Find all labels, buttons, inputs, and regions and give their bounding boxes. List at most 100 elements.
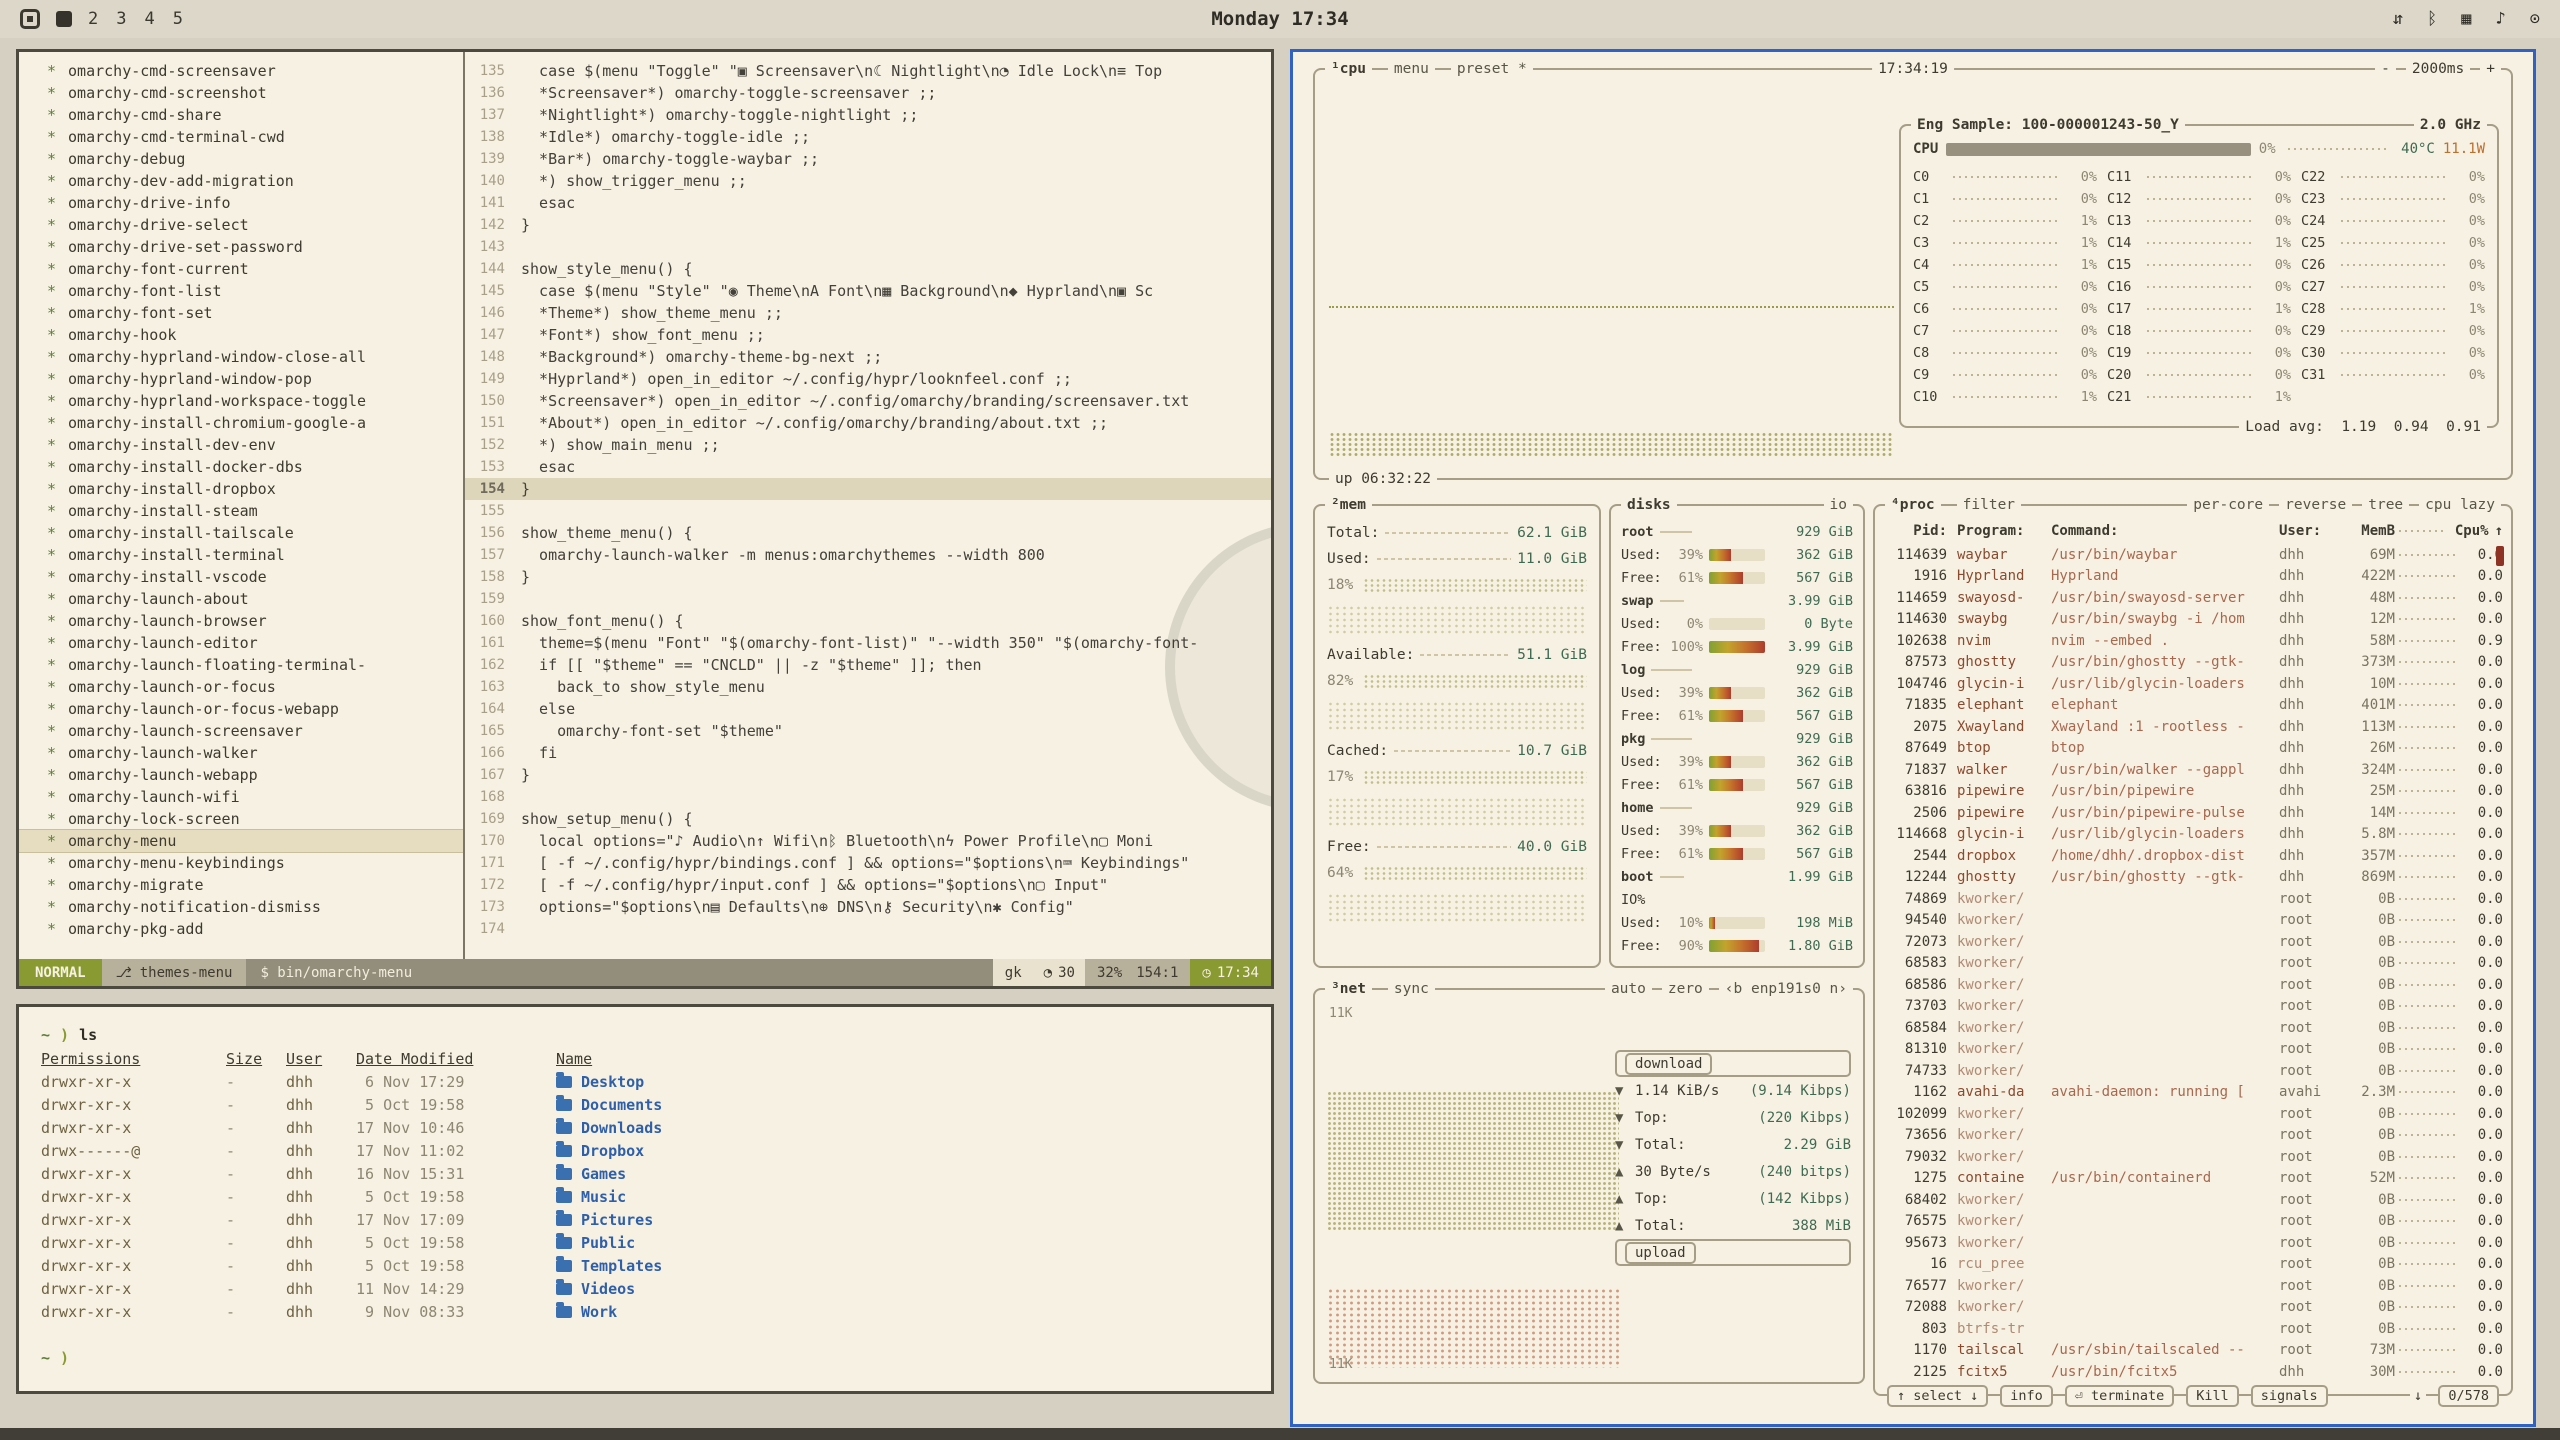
process-row[interactable]: 79032 kworker/ root 0B 0.0 bbox=[1883, 1146, 2503, 1168]
tray-icon[interactable]: ⊙ bbox=[2530, 9, 2540, 29]
file-list-item[interactable]: * omarchy-install-dev-env bbox=[19, 434, 463, 456]
file-list-item[interactable]: * omarchy-launch-editor bbox=[19, 632, 463, 654]
select-buttons[interactable]: ↑ select ↓ bbox=[1887, 1385, 1988, 1407]
process-row[interactable]: 12244 ghostty /usr/bin/ghostty --gtk- dh… bbox=[1883, 867, 2503, 889]
signals-button[interactable]: signals bbox=[2251, 1385, 2328, 1407]
file-list-item[interactable]: * omarchy-cmd-screenshot bbox=[19, 82, 463, 104]
file-list-item[interactable]: * omarchy-migrate bbox=[19, 874, 463, 896]
process-row[interactable]: 87649 btop btop dhh 26M 0.0 bbox=[1883, 738, 2503, 760]
file-list-item[interactable]: * omarchy-menu-keybindings bbox=[19, 852, 463, 874]
terminate-button[interactable]: ⏎ terminate bbox=[2065, 1385, 2174, 1407]
workspace-number[interactable]: 4 bbox=[145, 9, 155, 29]
update-increase-button[interactable]: + bbox=[2480, 58, 2501, 80]
file-list-item[interactable]: * omarchy-drive-select bbox=[19, 214, 463, 236]
sort-direction-icon[interactable]: ↑ bbox=[2495, 523, 2503, 539]
file-list-item[interactable]: * omarchy-lock-screen bbox=[19, 808, 463, 830]
process-row[interactable]: 68402 kworker/ root 0B 0.0 bbox=[1883, 1189, 2503, 1211]
file-list-item[interactable]: * omarchy-hyprland-workspace-toggle bbox=[19, 390, 463, 412]
process-row[interactable]: 72073 kworker/ root 0B 0.0 bbox=[1883, 931, 2503, 953]
file-list-item[interactable]: * omarchy-debug bbox=[19, 148, 463, 170]
file-list-item[interactable]: * omarchy-cmd-share bbox=[19, 104, 463, 126]
file-list-item[interactable]: * omarchy-hyprland-window-close-all bbox=[19, 346, 463, 368]
file-list-item[interactable]: * omarchy-install-docker-dbs bbox=[19, 456, 463, 478]
process-row[interactable]: 68584 kworker/ root 0B 0.0 bbox=[1883, 1017, 2503, 1039]
workspace-active-indicator[interactable] bbox=[56, 11, 72, 27]
file-list-item[interactable]: * omarchy-cmd-screensaver bbox=[19, 60, 463, 82]
file-list-item[interactable]: * omarchy-launch-floating-terminal- bbox=[19, 654, 463, 676]
process-row[interactable]: 94540 kworker/ root 0B 0.0 bbox=[1883, 910, 2503, 932]
process-row[interactable]: 2506 pipewire /usr/bin/pipewire-pulse dh… bbox=[1883, 802, 2503, 824]
file-list-item[interactable]: * omarchy-drive-set-password bbox=[19, 236, 463, 258]
zero-button[interactable]: zero bbox=[1662, 978, 1709, 1000]
process-row[interactable]: 1275 containe /usr/bin/containerd root 5… bbox=[1883, 1168, 2503, 1190]
file-list-item[interactable]: * omarchy-pkg-add bbox=[19, 918, 463, 940]
tray-icon[interactable]: ᛒ bbox=[2427, 9, 2437, 29]
per-core-toggle[interactable]: per-core bbox=[2187, 494, 2269, 516]
sort-selector[interactable]: cpu lazy bbox=[2419, 494, 2501, 516]
file-list-item[interactable]: * omarchy-launch-about bbox=[19, 588, 463, 610]
tray-icon[interactable]: ⇵ bbox=[2393, 9, 2403, 29]
process-row[interactable]: 104746 glycin-i /usr/lib/glycin-loaders … bbox=[1883, 673, 2503, 695]
file-list-item[interactable]: * omarchy-font-list bbox=[19, 280, 463, 302]
info-button[interactable]: info bbox=[2000, 1385, 2053, 1407]
process-row[interactable]: 87573 ghostty /usr/bin/ghostty --gtk- dh… bbox=[1883, 652, 2503, 674]
io-toggle-button[interactable]: io bbox=[1824, 494, 1853, 516]
file-list-item[interactable]: * omarchy-hyprland-window-pop bbox=[19, 368, 463, 390]
process-row[interactable]: 2075 Xwayland Xwayland :1 -rootless - dh… bbox=[1883, 716, 2503, 738]
file-list-item[interactable]: * omarchy-hook bbox=[19, 324, 463, 346]
process-row[interactable]: 72088 kworker/ root 0B 0.0 bbox=[1883, 1297, 2503, 1319]
filter-button[interactable]: filter bbox=[1957, 494, 2021, 516]
tray-icon[interactable]: ♪ bbox=[2496, 9, 2506, 29]
process-row[interactable]: 76575 kworker/ root 0B 0.0 bbox=[1883, 1211, 2503, 1233]
file-list-item[interactable]: * omarchy-install-vscode bbox=[19, 566, 463, 588]
file-list-item[interactable]: * omarchy-launch-walker bbox=[19, 742, 463, 764]
file-list-item[interactable]: * omarchy-install-terminal bbox=[19, 544, 463, 566]
process-row[interactable]: 63816 pipewire /usr/bin/pipewire dhh 25M… bbox=[1883, 781, 2503, 803]
process-row[interactable]: 73656 kworker/ root 0B 0.0 bbox=[1883, 1125, 2503, 1147]
process-row[interactable]: 803 btrfs-tr root 0B 0.0 bbox=[1883, 1318, 2503, 1340]
reverse-toggle[interactable]: reverse bbox=[2279, 494, 2352, 516]
file-list-item[interactable]: * omarchy-launch-or-focus bbox=[19, 676, 463, 698]
workspace-number[interactable]: 5 bbox=[173, 9, 183, 29]
process-row[interactable]: 71837 walker /usr/bin/walker --gappl dhh… bbox=[1883, 759, 2503, 781]
process-row[interactable]: 114668 glycin-i /usr/lib/glycin-loaders … bbox=[1883, 824, 2503, 846]
file-list-item[interactable]: * omarchy-launch-browser bbox=[19, 610, 463, 632]
tree-toggle[interactable]: tree bbox=[2362, 494, 2409, 516]
process-row[interactable]: 68583 kworker/ root 0B 0.0 bbox=[1883, 953, 2503, 975]
process-row[interactable]: 114659 swayosd- /usr/bin/swayosd-server … bbox=[1883, 587, 2503, 609]
auto-button[interactable]: auto bbox=[1605, 978, 1652, 1000]
file-list-item[interactable]: * omarchy-cmd-terminal-cwd bbox=[19, 126, 463, 148]
process-row[interactable]: 95673 kworker/ root 0B 0.0 bbox=[1883, 1232, 2503, 1254]
workspace-number[interactable]: 2 bbox=[88, 9, 98, 29]
file-list-item[interactable]: * omarchy-install-tailscale bbox=[19, 522, 463, 544]
preset-button[interactable]: preset * bbox=[1451, 58, 1533, 80]
process-row[interactable]: 114630 swaybg /usr/bin/swaybg -i /hom dh… bbox=[1883, 609, 2503, 631]
file-list-item[interactable]: * omarchy-font-current bbox=[19, 258, 463, 280]
file-list-item[interactable]: * omarchy-dev-add-migration bbox=[19, 170, 463, 192]
process-row[interactable]: 74869 kworker/ root 0B 0.0 bbox=[1883, 888, 2503, 910]
file-list-item[interactable]: * omarchy-menu bbox=[19, 830, 463, 852]
process-row[interactable]: 2125 fcitx5 /usr/bin/fcitx5 dhh 30M 0.0 bbox=[1883, 1361, 2503, 1383]
process-row[interactable]: 71835 elephant elephant dhh 401M 0.0 bbox=[1883, 695, 2503, 717]
file-list-item[interactable]: * omarchy-launch-webapp bbox=[19, 764, 463, 786]
process-row[interactable]: 2544 dropbox /home/dhh/.dropbox-dist dhh… bbox=[1883, 845, 2503, 867]
process-row[interactable]: 81310 kworker/ root 0B 0.0 bbox=[1883, 1039, 2503, 1061]
process-row[interactable]: 76577 kworker/ root 0B 0.0 bbox=[1883, 1275, 2503, 1297]
tray-icon[interactable]: ▦ bbox=[2461, 9, 2471, 29]
workspace-number[interactable]: 3 bbox=[116, 9, 126, 29]
process-row[interactable]: 74733 kworker/ root 0B 0.0 bbox=[1883, 1060, 2503, 1082]
kill-button[interactable]: Kill bbox=[2186, 1385, 2239, 1407]
process-row[interactable]: 102099 kworker/ root 0B 0.0 bbox=[1883, 1103, 2503, 1125]
scroll-down-icon[interactable]: ↓ bbox=[2410, 1388, 2426, 1404]
interface-selector[interactable]: ‹b enp191s0 n› bbox=[1719, 978, 1853, 1000]
process-row[interactable]: 68586 kworker/ root 0B 0.0 bbox=[1883, 974, 2503, 996]
update-decrease-button[interactable]: - bbox=[2375, 58, 2396, 80]
file-list-item[interactable]: * omarchy-install-chromium-google-a bbox=[19, 412, 463, 434]
file-list-item[interactable]: * omarchy-install-steam bbox=[19, 500, 463, 522]
file-list-item[interactable]: * omarchy-font-set bbox=[19, 302, 463, 324]
file-list-item[interactable]: * omarchy-launch-or-focus-webapp bbox=[19, 698, 463, 720]
file-list-item[interactable]: * omarchy-install-dropbox bbox=[19, 478, 463, 500]
process-row[interactable]: 1916 Hyprland Hyprland dhh 422M 0.0 bbox=[1883, 566, 2503, 588]
sync-button[interactable]: sync bbox=[1388, 978, 1435, 1000]
file-list-item[interactable]: * omarchy-drive-info bbox=[19, 192, 463, 214]
